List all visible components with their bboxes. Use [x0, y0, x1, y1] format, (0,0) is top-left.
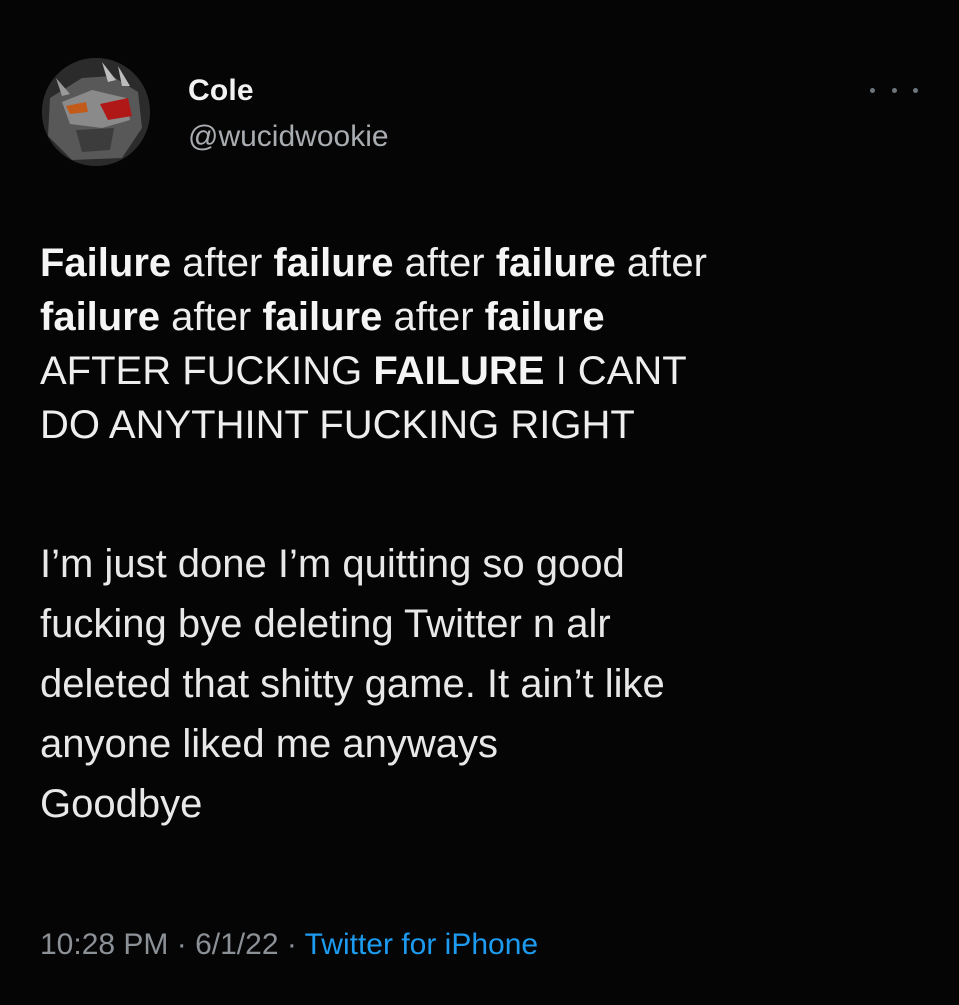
text-segment: after — [171, 241, 274, 285]
tweet-metadata: 10:28 PM · 6/1/22 · Twitter for iPhone — [40, 928, 538, 962]
tweet-text-line: I’m just done I’m quitting so good — [40, 542, 625, 586]
tweet-date[interactable]: 6/1/22 — [195, 928, 278, 961]
tweet-text-line: fucking bye deleting Twitter n alr — [40, 602, 611, 646]
tweet-text-line: Failure after failure after failure afte… — [40, 236, 940, 290]
avatar[interactable] — [42, 58, 150, 166]
text-segment: AFTER FUCKING — [40, 349, 374, 393]
avatar-image — [42, 58, 150, 166]
more-dot — [913, 87, 918, 93]
tweet-text-line: Goodbye — [40, 782, 203, 826]
more-dot — [891, 87, 897, 93]
tweet-text-paragraph-1: Failure after failure after failure afte… — [40, 236, 940, 452]
emphasized-word: Failure — [40, 241, 172, 285]
tweet-text-line: deleted that shitty game. It ain’t like — [40, 662, 665, 706]
text-segment: after — [393, 241, 496, 285]
tweet-text-line: failure after failure after failure — [40, 290, 940, 344]
meta-separator: · — [278, 928, 305, 961]
text-segment: I CANT — [544, 349, 687, 393]
text-segment: after — [382, 295, 485, 339]
more-dot — [870, 87, 875, 93]
tweet-text-line: anyone liked me anyways — [40, 722, 499, 766]
emphasized-word: failure — [262, 295, 383, 339]
text-segment: after — [615, 241, 707, 285]
tweet-text-line: DO ANYTHINT FUCKING RIGHT — [40, 398, 940, 452]
tweet-source-link[interactable]: Twitter for iPhone — [305, 928, 538, 961]
text-segment: DO ANYTHINT FUCKING RIGHT — [40, 403, 635, 447]
emphasized-word: failure — [484, 295, 605, 339]
meta-separator: · — [168, 928, 196, 961]
display-name[interactable]: Cole — [188, 74, 254, 108]
user-handle[interactable]: @wucidwookie — [188, 120, 389, 154]
tweet-text-line: AFTER FUCKING FAILURE I CANT — [40, 344, 940, 398]
tweet-time[interactable]: 10:28 PM — [40, 928, 168, 961]
tweet-card: Cole @wucidwookie Failure after failure … — [0, 0, 959, 1005]
emphasized-word: FAILURE — [373, 349, 545, 393]
emphasized-word: failure — [495, 241, 616, 285]
emphasized-word: failure — [273, 241, 394, 285]
tweet-text-paragraph-2: I’m just done I’m quitting so good fucki… — [40, 534, 940, 834]
emphasized-word: failure — [40, 295, 161, 339]
more-options-icon[interactable] — [870, 78, 918, 102]
text-segment: after — [160, 295, 263, 339]
